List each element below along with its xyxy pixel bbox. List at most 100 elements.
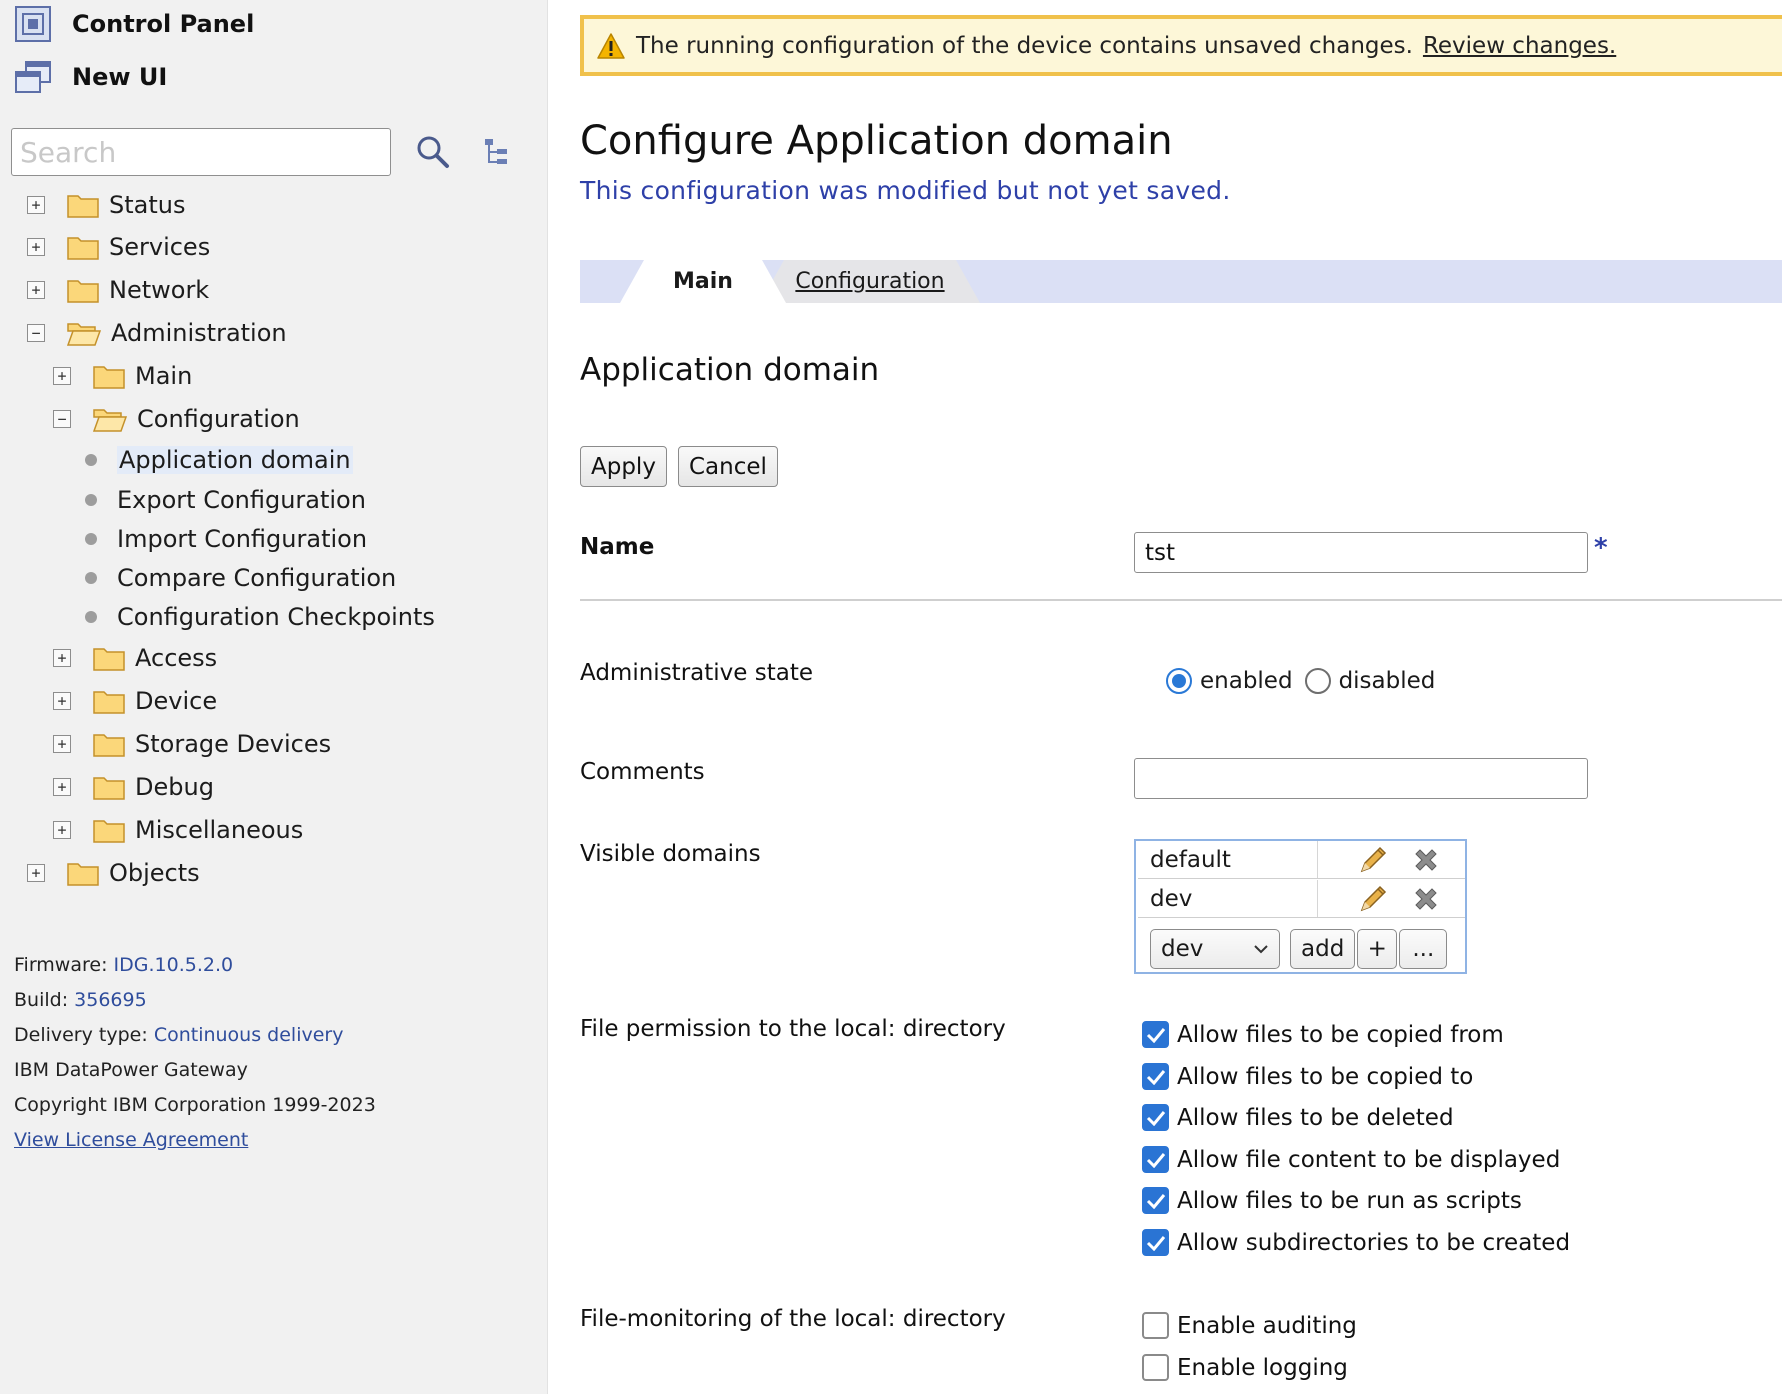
collapse-toggle[interactable]: − (53, 410, 71, 428)
folder-icon (93, 817, 125, 843)
comments-input[interactable] (1134, 758, 1588, 799)
pencil-icon[interactable] (1356, 843, 1390, 877)
tree-label: Configuration (137, 405, 300, 433)
delivery-value: Continuous delivery (153, 1024, 344, 1046)
checkbox-label: Allow files to be run as scripts (1177, 1187, 1522, 1214)
folder-open-icon (93, 406, 127, 432)
bullet-icon (85, 454, 97, 466)
build-label: Build: (14, 989, 69, 1011)
tree-item-debug[interactable]: + Debug (53, 769, 214, 805)
cancel-button[interactable]: Cancel (678, 446, 778, 487)
folder-icon (67, 234, 99, 260)
permission-subdirectories: Allow subdirectories to be created (1142, 1229, 1570, 1256)
admin-state-label: Administrative state (580, 660, 813, 686)
tree-item-storage-devices[interactable]: + Storage Devices (53, 726, 331, 762)
tree-view-icon[interactable] (483, 137, 509, 167)
pencil-icon[interactable] (1356, 882, 1390, 916)
control-panel-link[interactable]: Control Panel (14, 5, 254, 43)
checkbox-displayed[interactable] (1142, 1146, 1169, 1173)
checkmark-icon (1146, 1235, 1165, 1251)
checkbox-enable-logging[interactable] (1142, 1354, 1169, 1381)
tree-item-network[interactable]: + Network (27, 272, 209, 308)
domain-name: dev (1138, 880, 1318, 917)
license-link[interactable]: View License Agreement (14, 1129, 248, 1151)
comments-label: Comments (580, 759, 705, 785)
tree-label: Administration (111, 319, 287, 347)
tree-item-import-configuration[interactable]: Import Configuration (83, 521, 367, 557)
checkbox-deleted[interactable] (1142, 1104, 1169, 1131)
tree-label: Objects (109, 859, 200, 887)
tree-item-configuration[interactable]: − Configuration (53, 401, 300, 437)
monitoring-logging: Enable logging (1142, 1354, 1348, 1381)
expand-toggle[interactable]: + (53, 649, 71, 667)
search-row (11, 128, 509, 176)
expand-toggle[interactable]: + (27, 864, 45, 882)
checkbox-enable-auditing[interactable] (1142, 1312, 1169, 1339)
tree-item-main[interactable]: + Main (53, 358, 192, 394)
tab-configuration[interactable]: Configuration (760, 260, 980, 303)
tree-item-export-configuration[interactable]: Export Configuration (83, 482, 366, 518)
expand-toggle[interactable]: + (53, 692, 71, 710)
bullet-icon (85, 572, 97, 584)
delete-x-icon[interactable] (1412, 885, 1440, 913)
tree-item-device[interactable]: + Device (53, 683, 217, 719)
checkmark-icon (1146, 1193, 1165, 1209)
checkbox-copied-to[interactable] (1142, 1063, 1169, 1090)
modified-note: This configuration was modified but not … (580, 176, 1231, 205)
checkbox-label: Allow files to be copied from (1177, 1021, 1504, 1048)
copyright-text: Copyright IBM Corporation 1999-2023 (14, 1094, 376, 1116)
firmware-label: Firmware: (14, 954, 108, 976)
radio-disabled-label: disabled (1338, 668, 1436, 694)
search-input[interactable] (11, 128, 391, 176)
folder-icon (67, 860, 99, 886)
domain-select[interactable]: dev (1150, 929, 1280, 969)
search-icon[interactable] (415, 134, 451, 170)
name-input[interactable] (1134, 532, 1588, 573)
checkbox-run-as-scripts[interactable] (1142, 1187, 1169, 1214)
tree-item-objects[interactable]: + Objects (27, 855, 200, 891)
expand-toggle[interactable]: + (53, 367, 71, 385)
folder-icon (93, 774, 125, 800)
collapse-toggle[interactable]: − (27, 324, 45, 342)
expand-toggle[interactable]: + (27, 238, 45, 256)
expand-toggle[interactable]: + (27, 196, 45, 214)
apply-button[interactable]: Apply (580, 446, 667, 487)
bullet-icon (85, 494, 97, 506)
tree-item-access[interactable]: + Access (53, 640, 217, 676)
radio-enabled[interactable] (1166, 668, 1192, 694)
tree-item-status[interactable]: + Status (27, 187, 185, 223)
tree-label: Debug (135, 773, 214, 801)
expand-toggle[interactable]: + (53, 778, 71, 796)
new-ui-link[interactable]: New UI (14, 60, 167, 94)
chevron-down-icon (1253, 943, 1269, 955)
file-permission-label: File permission to the local: directory (580, 1016, 1006, 1042)
expand-toggle[interactable]: + (53, 735, 71, 753)
tree-label: Application domain (117, 446, 353, 474)
section-title: Application domain (580, 352, 880, 388)
review-changes-link[interactable]: Review changes. (1423, 33, 1616, 59)
tree-item-compare-configuration[interactable]: Compare Configuration (83, 560, 396, 596)
more-options-button[interactable]: ... (1399, 929, 1448, 969)
build-info: Build: 356695 (14, 989, 147, 1011)
delete-x-icon[interactable] (1412, 846, 1440, 874)
checkbox-label: Allow subdirectories to be created (1177, 1229, 1571, 1256)
required-marker: * (1594, 533, 1608, 563)
tab-main[interactable]: Main (620, 260, 786, 303)
tree-item-miscellaneous[interactable]: + Miscellaneous (53, 812, 303, 848)
tree-item-configuration-checkpoints[interactable]: Configuration Checkpoints (83, 599, 435, 635)
new-domain-button[interactable]: + (1357, 929, 1398, 969)
folder-icon (93, 731, 125, 757)
radio-disabled[interactable] (1304, 668, 1331, 694)
tree-label: Import Configuration (117, 525, 368, 553)
control-panel-label: Control Panel (72, 10, 255, 38)
tree-label: Access (135, 644, 218, 672)
expand-toggle[interactable]: + (27, 281, 45, 299)
checkbox-subdirectories[interactable] (1142, 1229, 1169, 1256)
page-title: Configure Application domain (580, 118, 1173, 164)
tree-item-services[interactable]: + Services (27, 229, 210, 265)
add-domain-button[interactable]: add (1290, 929, 1356, 969)
checkbox-copied-from[interactable] (1142, 1021, 1169, 1048)
tree-item-application-domain[interactable]: Application domain (83, 442, 353, 478)
expand-toggle[interactable]: + (53, 821, 71, 839)
tree-item-administration[interactable]: − Administration (27, 315, 287, 351)
